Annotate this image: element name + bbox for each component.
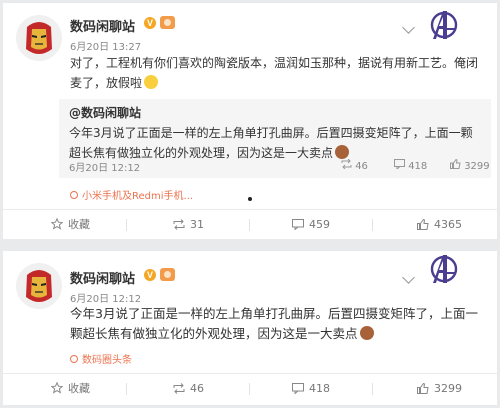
verified-badge-icon: V xyxy=(144,17,156,29)
repost-count: 31 xyxy=(190,218,204,231)
repost-time[interactable]: 6月20日 12:12 xyxy=(69,159,140,174)
like-button[interactable]: 4365 xyxy=(417,210,462,240)
source-label: 小米手机及Redmi手机... xyxy=(82,191,194,202)
favorite-button[interactable]: 收藏 xyxy=(50,210,90,240)
repost-comments-value: 418 xyxy=(408,161,428,172)
repost-icon xyxy=(341,158,352,170)
verified-badge-icon: V xyxy=(144,269,156,281)
divider xyxy=(372,219,373,231)
fan-badge-icon xyxy=(160,268,175,281)
location-icon xyxy=(70,191,78,199)
avatar[interactable] xyxy=(16,263,62,309)
smile-emoji-icon xyxy=(144,75,159,89)
avengers-logo-icon xyxy=(430,11,458,39)
repost-count: 46 xyxy=(190,382,204,395)
star-icon xyxy=(50,381,64,394)
thumbs-up-icon xyxy=(417,382,429,394)
thumbs-up-icon xyxy=(417,218,429,230)
repost-text-content: 今年3月说了正面是一样的左上角单打孔曲屏。后置四摄变矩阵了，上面一颗超长焦有做独… xyxy=(69,126,473,160)
post-time[interactable]: 6月20日 12:12 xyxy=(70,290,141,305)
favorite-label: 收藏 xyxy=(68,218,90,231)
comment-icon xyxy=(292,219,304,231)
post-text-content: 今年3月说了正面是一样的左上角单打孔曲屏。后置四摄变矩阵了，上面一颗超长焦有做独… xyxy=(70,306,478,341)
source-link[interactable]: 数码圈头条 xyxy=(70,351,132,366)
chevron-down-icon[interactable] xyxy=(402,21,415,34)
action-bar: 收藏 46 418 3299 xyxy=(3,373,497,403)
favorite-label: 收藏 xyxy=(68,382,90,395)
action-bar: 收藏 31 459 4365 xyxy=(3,209,497,239)
divider xyxy=(126,219,127,231)
post-text: 今年3月说了正面是一样的左上角单打孔曲屏。后置四摄变矩阵了，上面一颗超长焦有做独… xyxy=(70,304,485,344)
repost-block[interactable]: @数码闲聊站 今年3月说了正面是一样的左上角单打孔曲屏。后置四摄变矩阵了，上面一… xyxy=(59,99,491,178)
comment-count: 459 xyxy=(309,218,330,231)
author-name[interactable]: 数码闲聊站 xyxy=(70,268,135,287)
chevron-down-icon[interactable] xyxy=(402,271,415,284)
divider xyxy=(249,383,250,395)
avatar[interactable] xyxy=(16,15,62,61)
weibo-post-card: 数码闲聊站 V 6月20日 12:12 今年3月说了正面是一样的左上角单打孔曲屏… xyxy=(3,251,497,405)
repost-button[interactable]: 31 xyxy=(173,210,204,240)
repost-text: @数码闲聊站 今年3月说了正面是一样的左上角单打孔曲屏。后置四摄变矩阵了，上面一… xyxy=(69,103,484,163)
repost-icon xyxy=(173,219,185,230)
avengers-logo-icon xyxy=(430,255,458,283)
like-button[interactable]: 3299 xyxy=(417,374,462,404)
location-icon xyxy=(70,355,78,363)
like-count: 4365 xyxy=(434,218,462,231)
divider xyxy=(126,383,127,395)
monkey-emoji-icon xyxy=(359,326,374,340)
comment-button[interactable]: 418 xyxy=(292,374,330,404)
comment-button[interactable]: 459 xyxy=(292,210,330,240)
divider xyxy=(249,219,250,231)
divider xyxy=(372,383,373,395)
repost-reposts-count[interactable]: 46 xyxy=(341,158,368,172)
star-icon xyxy=(50,217,64,230)
repost-author[interactable]: @数码闲聊站 xyxy=(69,106,141,120)
like-count: 3299 xyxy=(434,382,462,395)
repost-reposts-value: 46 xyxy=(355,161,368,172)
iron-man-avatar-icon xyxy=(16,263,62,309)
iron-man-avatar-icon xyxy=(16,15,62,61)
comment-icon xyxy=(394,159,405,171)
monkey-emoji-icon xyxy=(335,145,350,159)
thumbs-up-icon xyxy=(450,158,461,169)
weibo-post-card: 数码闲聊站 V 6月20日 13:27 对了，工程机有你们喜欢的陶瓷版本，温润如… xyxy=(3,3,497,239)
post-text: 对了，工程机有你们喜欢的陶瓷版本，温润如玉那种，据说有用新工艺。俺闭麦了，放假啦 xyxy=(70,53,485,93)
favorite-button[interactable]: 收藏 xyxy=(50,374,90,404)
author-name[interactable]: 数码闲聊站 xyxy=(70,16,135,35)
post-time[interactable]: 6月20日 13:27 xyxy=(70,38,141,53)
comment-icon xyxy=(292,383,304,395)
post-text-content: 对了，工程机有你们喜欢的陶瓷版本，温润如玉那种，据说有用新工艺。俺闭麦了，放假啦 xyxy=(70,56,479,90)
repost-likes-value: 3299 xyxy=(464,161,490,172)
repost-button[interactable]: 46 xyxy=(173,374,204,404)
source-link[interactable]: 小米手机及Redmi手机... xyxy=(70,187,193,202)
repost-likes-count[interactable]: 3299 xyxy=(450,158,490,172)
fan-badge-icon xyxy=(160,16,175,29)
repost-icon xyxy=(173,383,185,394)
comment-count: 418 xyxy=(309,382,330,395)
repost-comments-count[interactable]: 418 xyxy=(394,159,427,172)
cursor-dot xyxy=(248,197,252,201)
source-label: 数码圈头条 xyxy=(82,355,132,366)
